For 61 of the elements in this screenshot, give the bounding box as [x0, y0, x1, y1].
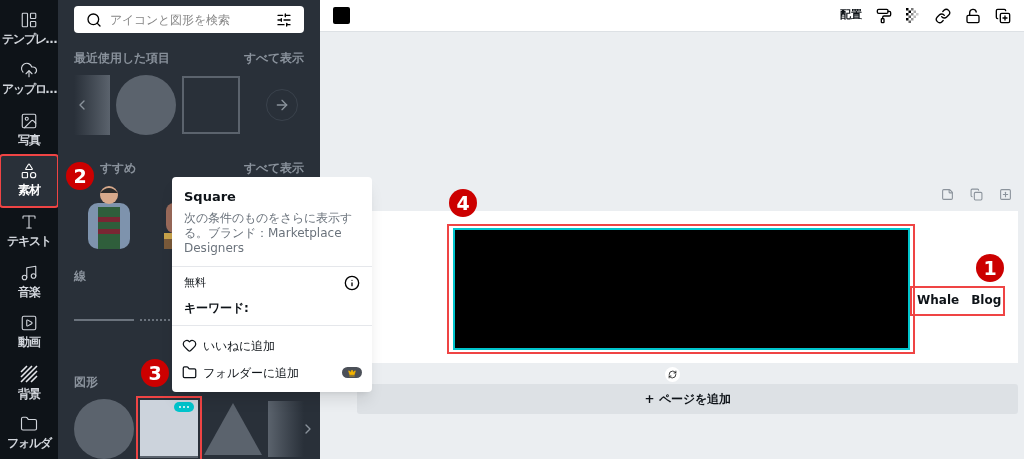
rail-item[interactable]: 背景	[1, 357, 57, 409]
arrow-right-icon	[274, 97, 290, 113]
see-all-link[interactable]: すべて表示	[244, 49, 304, 67]
link-icon[interactable]	[935, 7, 951, 24]
filter-icon	[276, 11, 292, 28]
unlocked-icon[interactable]	[965, 7, 981, 24]
heading-text[interactable]: Whale Blog	[917, 288, 1002, 312]
rail-item[interactable]: 動画	[1, 307, 57, 358]
rail-item[interactable]: 写真	[1, 105, 57, 156]
annotation-badge: 3	[141, 359, 169, 387]
arrange-button[interactable]: 配置	[840, 7, 862, 24]
folder-icon	[182, 365, 197, 380]
paint-roller-icon[interactable]	[876, 7, 892, 24]
template-icon	[20, 10, 38, 29]
elements-icon	[20, 162, 38, 181]
popup-menu-item[interactable]: フォルダーに追加	[180, 359, 364, 386]
note-icon[interactable]	[941, 188, 954, 201]
copy-icon[interactable]	[970, 188, 983, 201]
rotate-button[interactable]	[664, 367, 680, 382]
video-icon	[20, 314, 38, 333]
search-bar[interactable]: アイコンと図形を検索	[74, 6, 304, 33]
annotation-badge: 1	[976, 254, 1004, 282]
folder-icon	[20, 415, 38, 434]
premium-badge	[342, 367, 362, 378]
section-title: 最近使用した項目	[74, 50, 170, 67]
popup-description: 次の条件のものをさらに表示する。ブランド：Marketplace Designers	[184, 210, 353, 256]
color-swatch[interactable]	[333, 7, 350, 24]
popup-menu-item[interactable]: いいねに追加	[180, 332, 364, 359]
rotate-icon	[667, 370, 677, 379]
section-title: 図形	[74, 374, 98, 391]
hatch-icon	[19, 363, 39, 384]
solid-line	[74, 319, 134, 321]
price-label: 無料	[184, 274, 206, 291]
gradient-shape	[74, 75, 110, 135]
keywords-label: キーワード:	[184, 300, 250, 317]
search-icon	[86, 11, 102, 28]
popup-title: Square	[184, 188, 237, 206]
see-all-link[interactable]: すべて表示	[244, 159, 304, 177]
add-icon[interactable]	[999, 188, 1012, 201]
rail-item[interactable]: フォルダ	[1, 408, 57, 459]
info-icon[interactable]	[344, 274, 360, 291]
duplicate-icon[interactable]	[995, 7, 1011, 24]
gradient-shape	[268, 401, 304, 457]
search-field[interactable]: アイコンと図形を検索	[110, 10, 268, 29]
annotation-badge: 4	[449, 189, 477, 217]
upload-icon	[20, 61, 38, 80]
rail-item[interactable]: テンプレ…	[1, 4, 57, 55]
heart-icon	[182, 338, 197, 353]
music-icon	[20, 263, 38, 282]
section-title: 線	[74, 268, 86, 285]
rail-item[interactable]: アップロ…	[1, 54, 57, 106]
section-title: すすめ	[100, 160, 136, 177]
rail-item[interactable]: 素材	[1, 155, 57, 207]
add-page-button[interactable]: + ページを追加	[357, 384, 1018, 414]
photo-icon	[20, 111, 38, 130]
triangle-shape	[204, 403, 262, 455]
rail-item[interactable]: 音楽	[1, 256, 57, 308]
square-outline-shape	[182, 76, 240, 134]
transparency-icon[interactable]	[906, 8, 921, 23]
rail-item[interactable]: テキスト	[1, 206, 57, 257]
text-icon	[20, 213, 38, 232]
